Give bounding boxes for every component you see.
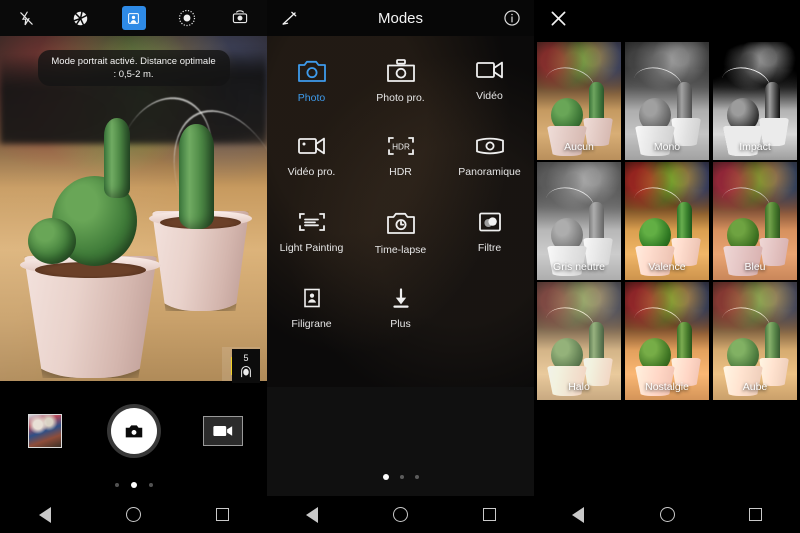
svg-text:HDR: HDR bbox=[392, 143, 410, 152]
mode-item-time-lapse[interactable]: Time-lapse bbox=[356, 210, 445, 272]
filter-item-gris-neutre[interactable]: Gris neutre bbox=[537, 162, 621, 280]
filter-item-valence[interactable]: Valence bbox=[625, 162, 709, 280]
filter-label: Halo bbox=[568, 381, 590, 393]
shutter-button[interactable] bbox=[89, 408, 178, 454]
filter-label: Aube bbox=[742, 381, 768, 393]
nav-home-button[interactable] bbox=[356, 507, 445, 522]
mode-label: Panoramique bbox=[458, 166, 521, 178]
mode-label: Vidéo bbox=[476, 90, 503, 102]
beauty-icon[interactable] bbox=[160, 0, 213, 36]
filter-item-aucun[interactable]: Aucun bbox=[537, 42, 621, 160]
portrait-mode-icon[interactable] bbox=[107, 0, 160, 36]
page-dot[interactable] bbox=[148, 483, 153, 487]
nav-home-button[interactable] bbox=[89, 507, 178, 522]
filters-panel: Aucun Mono Impact Gris neutre Valence Bl… bbox=[534, 0, 800, 533]
camera-viewfinder-panel: Mode portrait activé. Distance optimale … bbox=[0, 0, 267, 533]
nav-home-button[interactable] bbox=[623, 507, 712, 522]
mode-item-photo[interactable]: Photo bbox=[267, 58, 356, 120]
filter-label: Nostalgie bbox=[645, 381, 689, 393]
preview-pot-left bbox=[20, 256, 161, 378]
filter-item-halo[interactable]: Halo bbox=[537, 282, 621, 400]
mode-label: Time-lapse bbox=[374, 244, 427, 256]
page-dot[interactable] bbox=[399, 475, 404, 479]
nav-back-button[interactable] bbox=[534, 506, 623, 523]
mode-item-hdr[interactable]: HDR HDR bbox=[356, 134, 445, 196]
nav-recents-button[interactable] bbox=[711, 508, 800, 521]
aperture-icon[interactable] bbox=[53, 0, 106, 36]
android-navbar bbox=[534, 496, 800, 533]
viewfinder-page-dots bbox=[0, 482, 267, 488]
mode-label: Vidéo pro. bbox=[287, 166, 336, 178]
modes-header: Modes bbox=[267, 0, 534, 36]
portrait-mode-toast: Mode portrait activé. Distance optimale … bbox=[37, 50, 230, 86]
video-record-button[interactable] bbox=[178, 416, 267, 446]
mode-item-filter[interactable]: Filtre bbox=[445, 210, 534, 272]
filter-label: Aucun bbox=[564, 141, 594, 153]
phone-screenshot-triptych: Mode portrait activé. Distance optimale … bbox=[0, 0, 800, 533]
mode-label: Photo pro. bbox=[376, 92, 425, 104]
mode-item-light-painting[interactable]: Light Painting bbox=[267, 210, 356, 272]
filters-grid: Aucun Mono Impact Gris neutre Valence Bl… bbox=[534, 42, 800, 400]
close-icon[interactable] bbox=[548, 8, 569, 34]
mode-label: HDR bbox=[389, 166, 412, 178]
mode-label: Photo bbox=[297, 92, 326, 104]
page-dot[interactable] bbox=[114, 483, 119, 487]
page-dot-active[interactable] bbox=[130, 482, 137, 488]
filter-label: Impact bbox=[739, 141, 771, 153]
nav-recents-button[interactable] bbox=[445, 508, 534, 521]
mode-item-more[interactable]: Plus bbox=[356, 286, 445, 348]
camera-top-icon-bar bbox=[0, 0, 267, 36]
mode-item-watermark[interactable]: Filigrane bbox=[267, 286, 356, 348]
nav-back-button[interactable] bbox=[267, 506, 356, 523]
filters-header bbox=[534, 0, 800, 42]
edit-pencil-icon[interactable] bbox=[267, 9, 311, 28]
mode-label: Filigrane bbox=[291, 318, 332, 330]
filters-empty-area bbox=[534, 402, 800, 496]
preview-cactus-columnar bbox=[179, 124, 214, 229]
modes-panel: Modes Photo Photo pro. Vidéo Vidéo pro. … bbox=[267, 0, 534, 533]
info-icon[interactable] bbox=[490, 9, 534, 27]
mode-label: Filtre bbox=[477, 242, 502, 254]
filter-label: Bleu bbox=[744, 261, 766, 273]
android-navbar bbox=[0, 496, 267, 533]
camera-controls-bar bbox=[0, 381, 267, 496]
page-dot-active[interactable] bbox=[382, 474, 389, 480]
gallery-button[interactable] bbox=[0, 414, 89, 448]
modes-footer bbox=[267, 387, 534, 496]
filter-item-bleu[interactable]: Bleu bbox=[713, 162, 797, 280]
nav-back-button[interactable] bbox=[0, 506, 89, 523]
preview-cactus-offset bbox=[28, 218, 76, 264]
page-dot[interactable] bbox=[414, 475, 419, 479]
preview-cactus-tall bbox=[104, 118, 130, 198]
mode-item-video[interactable]: Vidéo bbox=[445, 58, 534, 120]
nav-recents-button[interactable] bbox=[178, 508, 267, 521]
modes-body: Photo Photo pro. Vidéo Vidéo pro. HDR HD… bbox=[267, 36, 534, 387]
flash-off-icon[interactable] bbox=[0, 0, 53, 36]
filter-label: Valence bbox=[648, 261, 686, 273]
page-title: Modes bbox=[377, 9, 424, 27]
filter-item-mono[interactable]: Mono bbox=[625, 42, 709, 160]
filter-item-impact[interactable]: Impact bbox=[713, 42, 797, 160]
aperture-value-badge[interactable]: 5 bbox=[232, 349, 260, 383]
mode-label: Plus bbox=[390, 318, 411, 330]
mode-item-video-pro[interactable]: Vidéo pro. bbox=[267, 134, 356, 196]
modes-page-dots bbox=[267, 474, 534, 480]
android-navbar bbox=[267, 496, 534, 533]
mode-item-photo-pro[interactable]: Photo pro. bbox=[356, 58, 445, 120]
gallery-thumbnail[interactable] bbox=[27, 414, 62, 448]
filter-item-aube[interactable]: Aube bbox=[713, 282, 797, 400]
switch-camera-icon[interactable] bbox=[214, 0, 267, 36]
filter-label: Mono bbox=[653, 141, 681, 153]
aperture-value: 5 bbox=[243, 352, 249, 363]
mode-label: Light Painting bbox=[279, 242, 344, 254]
filter-item-nostalgie[interactable]: Nostalgie bbox=[625, 282, 709, 400]
camera-preview[interactable]: Mode portrait activé. Distance optimale … bbox=[0, 36, 267, 381]
filter-label: Gris neutre bbox=[553, 261, 605, 273]
modes-grid: Photo Photo pro. Vidéo Vidéo pro. HDR HD… bbox=[267, 36, 534, 348]
mode-item-panorama[interactable]: Panoramique bbox=[445, 134, 534, 196]
